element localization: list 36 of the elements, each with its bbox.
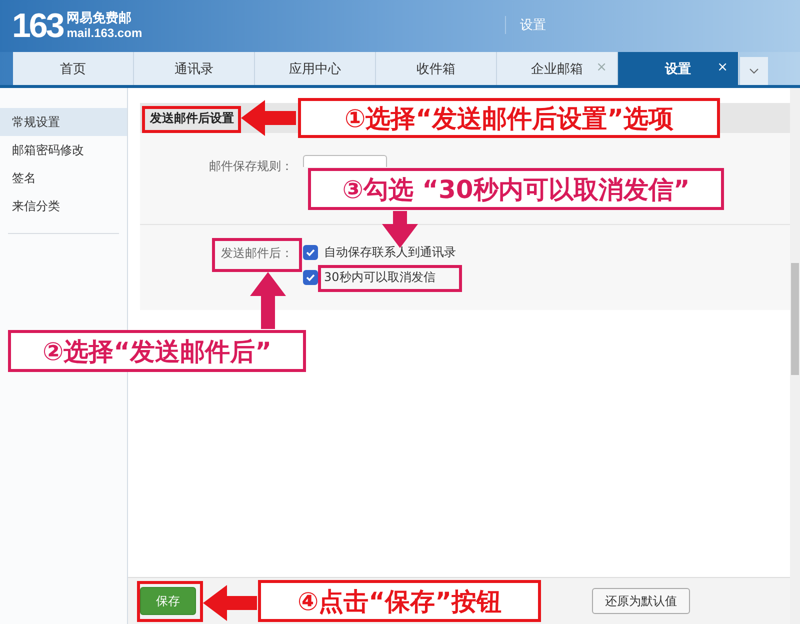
checkbox[interactable] [303,244,318,260]
tab[interactable]: 设置 × [618,52,739,85]
tab[interactable]: 收件箱 [376,52,497,85]
save-button[interactable]: 保存 [140,587,196,615]
highlight-frame [137,581,203,622]
tab[interactable]: 应用中心 [255,52,376,85]
tab[interactable]: 通讯录 [134,52,255,85]
dropdown[interactable] [303,155,387,167]
callout: ②选择“发送邮件后” [8,330,306,372]
chevron-down-icon [749,68,759,74]
scrollbar-thumb[interactable] [791,263,799,375]
logo-number: 163 [12,6,63,46]
field-label: 邮件保存规则： [209,158,293,175]
close-icon[interactable]: × [717,60,728,75]
sidebar-item[interactable]: 来信分类 [0,192,127,220]
checkbox-label: 30秒内可以取消发信 [324,268,436,286]
arrow [241,100,296,136]
arrow [250,272,286,329]
sidebar-item[interactable]: 签名 [0,164,127,192]
logo-domain: mail.163.com [66,26,142,41]
arrow [382,211,418,248]
reset-button[interactable]: 还原为默认值 [592,588,690,614]
page-title: 设置 [505,16,546,34]
checkbox-label: 自动保存联系人到通讯录 [324,244,456,260]
callout: ③勾选 “30秒内可以取消发信” [308,168,724,210]
checkbox[interactable] [303,270,318,284]
field-label: 发送邮件后： [221,245,293,262]
sidebar-item[interactable]: 常规设置 [0,108,127,136]
sidebar-item[interactable]: 邮箱密码修改 [0,136,127,164]
callout: ④点击“保存”按钮 [258,580,541,622]
arrow [203,585,257,621]
callout: ①选择“发送邮件后设置”选项 [298,98,720,138]
tab-menu-button[interactable] [740,57,768,85]
tab[interactable]: 首页 [13,52,134,85]
tab[interactable]: 企业邮箱 × [497,52,618,85]
logo-name: 网易免费邮 [66,11,133,26]
